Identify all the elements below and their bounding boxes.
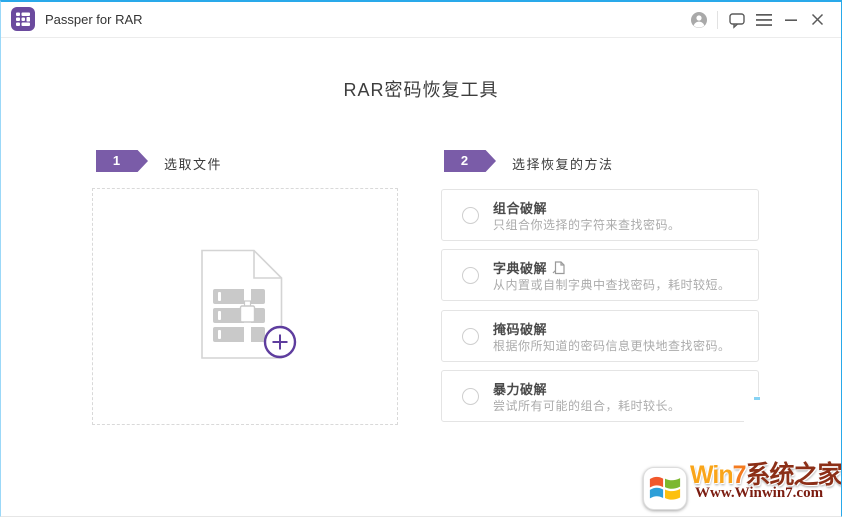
- method-radio[interactable]: [462, 388, 479, 405]
- user-account-icon[interactable]: [685, 2, 712, 37]
- titlebar-separator: [717, 10, 718, 29]
- step1-badge: 1: [96, 150, 148, 172]
- window-title: Passper for RAR: [45, 12, 143, 27]
- close-icon[interactable]: [804, 2, 831, 37]
- chat-icon[interactable]: [723, 2, 750, 37]
- app-logo-icon: [11, 7, 35, 31]
- app-window: Passper for RAR RAR密码恢复工具 1 选取文件 2 选择恢复的…: [0, 0, 842, 517]
- method-radio[interactable]: [462, 207, 479, 224]
- minimize-icon[interactable]: [777, 2, 804, 37]
- method-description: 只组合你选择的字符来查找密码。: [493, 218, 681, 232]
- watermark-url: Www.Winwin7.com: [695, 485, 824, 501]
- step1-label: 选取文件: [164, 157, 223, 172]
- dictionary-file-icon[interactable]: [552, 260, 565, 275]
- step2-label: 选择恢复的方法: [512, 157, 614, 172]
- method-description: 尝试所有可能的组合，耗时较长。: [493, 399, 681, 413]
- page-title: RAR密码恢复工具: [343, 80, 499, 100]
- method-description: 从内置或自制字典中查找密码，耗时较短。: [493, 278, 731, 292]
- method-radio[interactable]: [462, 267, 479, 284]
- add-file-button[interactable]: [199, 249, 299, 361]
- blue-pixel-artifact: [754, 397, 760, 400]
- titlebar-controls: [685, 2, 831, 37]
- plus-icon: [263, 325, 297, 359]
- method-radio[interactable]: [462, 328, 479, 345]
- method-card-mask[interactable]: 掩码破解 根据你所知道的密码信息更快地查找密码。: [441, 310, 759, 362]
- method-title: 掩码破解: [493, 322, 548, 337]
- watermark-background-cutout: [744, 396, 824, 436]
- site-watermark: Win7系统之家 Www.Winwin7.com: [643, 454, 841, 514]
- method-title: 暴力破解: [493, 382, 548, 397]
- titlebar: Passper for RAR: [1, 2, 841, 38]
- method-title: 字典破解: [493, 261, 548, 276]
- method-card-combination[interactable]: 组合破解 只组合你选择的字符来查找密码。: [441, 189, 759, 241]
- step2-badge: 2: [444, 150, 496, 172]
- windows-flag-icon: [643, 467, 687, 510]
- method-description: 根据你所知道的密码信息更快地查找密码。: [493, 339, 731, 353]
- method-title: 组合破解: [493, 201, 548, 216]
- method-card-dictionary[interactable]: 字典破解 从内置或自制字典中查找密码，耗时较短。: [441, 249, 759, 301]
- method-card-bruteforce[interactable]: 暴力破解 尝试所有可能的组合，耗时较长。: [441, 370, 759, 422]
- rar-archive-icon: [213, 287, 265, 344]
- menu-icon[interactable]: [750, 2, 777, 37]
